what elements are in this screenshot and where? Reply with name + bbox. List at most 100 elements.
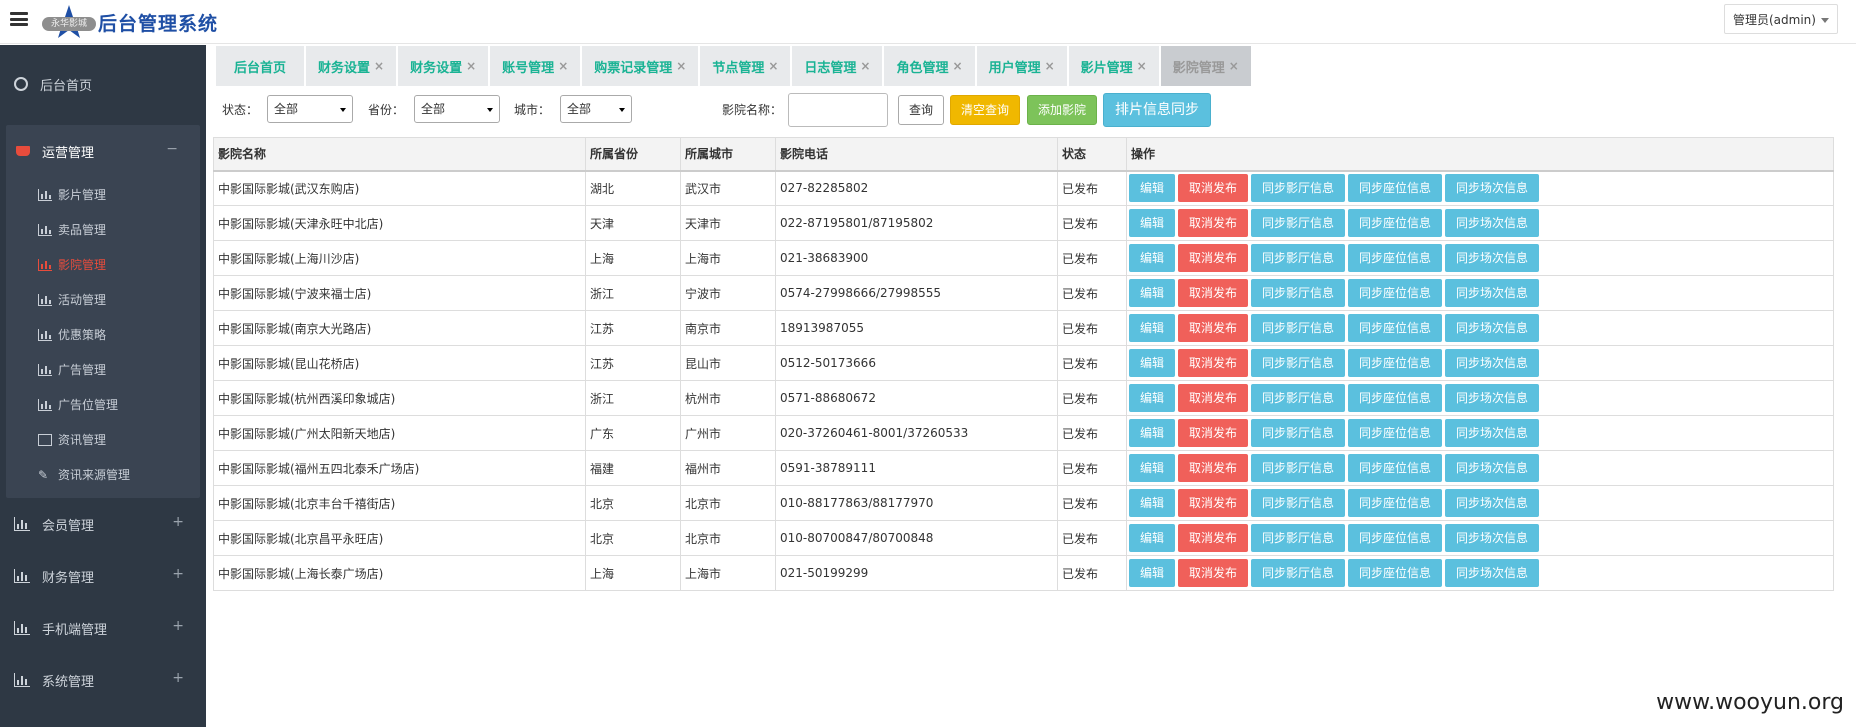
expand-icon[interactable]: + [172, 566, 184, 582]
clear-query-button[interactable]: 清空查询 [950, 95, 1020, 125]
tab-users[interactable]: 用户管理 × [976, 46, 1067, 86]
sync-showtimes-button[interactable]: 同步场次信息 [1445, 279, 1539, 307]
unpublish-button[interactable]: 取消发布 [1178, 174, 1248, 203]
tab-home[interactable]: 后台首页 [216, 46, 305, 86]
tab-logs[interactable]: 日志管理 × [792, 46, 883, 86]
tab-roles[interactable]: 角色管理 × [884, 46, 975, 86]
sync-schedule-button[interactable]: 排片信息同步 [1103, 93, 1211, 127]
edit-button[interactable]: 编辑 [1129, 489, 1175, 517]
edit-button[interactable]: 编辑 [1129, 244, 1175, 272]
sync-showtimes-button[interactable]: 同步场次信息 [1445, 454, 1539, 482]
unpublish-button[interactable]: 取消发布 [1178, 349, 1248, 377]
tab-accounts[interactable]: 账号管理 × [490, 46, 581, 86]
sidebar-item-concessions[interactable]: 卖品管理 [6, 212, 200, 247]
sync-seats-button[interactable]: 同步座位信息 [1348, 489, 1442, 517]
sync-showtimes-button[interactable]: 同步场次信息 [1445, 314, 1539, 342]
tab-cinemas[interactable]: 影院管理 × [1160, 46, 1251, 86]
unpublish-button[interactable]: 取消发布 [1178, 454, 1248, 482]
tab-finance-settings-2[interactable]: 财务设置 × [398, 46, 489, 86]
edit-button[interactable]: 编辑 [1129, 209, 1175, 237]
sidebar-item-ad-slots[interactable]: 广告位管理 [6, 387, 200, 422]
edit-button[interactable]: 编辑 [1129, 174, 1175, 203]
city-select[interactable]: 全部 [560, 95, 632, 123]
close-icon[interactable]: × [768, 59, 778, 73]
user-dropdown[interactable]: 管理员(admin) [1724, 4, 1838, 34]
close-icon[interactable]: × [860, 59, 870, 73]
sync-halls-button[interactable]: 同步影厅信息 [1251, 174, 1345, 203]
sidebar-group-members[interactable]: 会员管理 + [0, 498, 206, 550]
unpublish-button[interactable]: 取消发布 [1178, 279, 1248, 307]
edit-button[interactable]: 编辑 [1129, 419, 1175, 447]
close-icon[interactable]: × [1229, 59, 1239, 73]
collapse-icon[interactable]: − [166, 141, 178, 157]
sync-showtimes-button[interactable]: 同步场次信息 [1445, 384, 1539, 412]
sync-showtimes-button[interactable]: 同步场次信息 [1445, 244, 1539, 272]
unpublish-button[interactable]: 取消发布 [1178, 559, 1248, 587]
sync-seats-button[interactable]: 同步座位信息 [1348, 419, 1442, 447]
edit-button[interactable]: 编辑 [1129, 279, 1175, 307]
close-icon[interactable]: × [676, 59, 686, 73]
sync-halls-button[interactable]: 同步影厅信息 [1251, 524, 1345, 552]
sync-seats-button[interactable]: 同步座位信息 [1348, 524, 1442, 552]
expand-icon[interactable]: + [172, 618, 184, 634]
sync-halls-button[interactable]: 同步影厅信息 [1251, 419, 1345, 447]
close-icon[interactable]: × [953, 59, 963, 73]
unpublish-button[interactable]: 取消发布 [1178, 314, 1248, 342]
sync-showtimes-button[interactable]: 同步场次信息 [1445, 419, 1539, 447]
sync-showtimes-button[interactable]: 同步场次信息 [1445, 524, 1539, 552]
sidebar-item-news-sources[interactable]: ✎ 资讯来源管理 [6, 457, 200, 492]
sync-showtimes-button[interactable]: 同步场次信息 [1445, 559, 1539, 587]
edit-button[interactable]: 编辑 [1129, 314, 1175, 342]
sync-halls-button[interactable]: 同步影厅信息 [1251, 279, 1345, 307]
sidebar-item-news[interactable]: 资讯管理 [6, 422, 200, 457]
sync-seats-button[interactable]: 同步座位信息 [1348, 244, 1442, 272]
sync-seats-button[interactable]: 同步座位信息 [1348, 174, 1442, 203]
sidebar-item-activities[interactable]: 活动管理 [6, 282, 200, 317]
sidebar-group-operations[interactable]: 运营管理 − [6, 125, 200, 177]
edit-button[interactable]: 编辑 [1129, 384, 1175, 412]
unpublish-button[interactable]: 取消发布 [1178, 209, 1248, 237]
sidebar-item-ads[interactable]: 广告管理 [6, 352, 200, 387]
unpublish-button[interactable]: 取消发布 [1178, 384, 1248, 412]
tab-nodes[interactable]: 节点管理 × [700, 46, 791, 86]
close-icon[interactable]: × [1137, 59, 1147, 73]
sidebar-item-promotions[interactable]: 优惠策略 [6, 317, 200, 352]
sync-halls-button[interactable]: 同步影厅信息 [1251, 454, 1345, 482]
expand-icon[interactable]: + [172, 514, 184, 530]
tab-finance-settings[interactable]: 财务设置 × [306, 46, 397, 86]
close-icon[interactable]: × [374, 59, 384, 73]
province-select[interactable]: 全部 [414, 95, 500, 123]
tab-ticket-records[interactable]: 购票记录管理 × [582, 46, 699, 86]
expand-icon[interactable]: + [172, 670, 184, 686]
close-icon[interactable]: × [466, 59, 476, 73]
sync-halls-button[interactable]: 同步影厅信息 [1251, 559, 1345, 587]
sync-halls-button[interactable]: 同步影厅信息 [1251, 244, 1345, 272]
sync-seats-button[interactable]: 同步座位信息 [1348, 314, 1442, 342]
sync-seats-button[interactable]: 同步座位信息 [1348, 349, 1442, 377]
edit-button[interactable]: 编辑 [1129, 524, 1175, 552]
sidebar-group-mobile[interactable]: 手机端管理 + [0, 602, 206, 654]
menu-toggle-icon[interactable] [10, 12, 28, 26]
sidebar-group-system[interactable]: 系统管理 + [0, 654, 206, 706]
sync-seats-button[interactable]: 同步座位信息 [1348, 559, 1442, 587]
status-select[interactable]: 全部 [267, 95, 353, 123]
cinema-name-input[interactable] [788, 93, 888, 127]
sync-halls-button[interactable]: 同步影厅信息 [1251, 489, 1345, 517]
edit-button[interactable]: 编辑 [1129, 349, 1175, 377]
sync-halls-button[interactable]: 同步影厅信息 [1251, 349, 1345, 377]
sidebar-group-home[interactable]: 后台首页 [0, 45, 206, 123]
unpublish-button[interactable]: 取消发布 [1178, 489, 1248, 517]
unpublish-button[interactable]: 取消发布 [1178, 419, 1248, 447]
close-icon[interactable]: × [1045, 59, 1055, 73]
sync-showtimes-button[interactable]: 同步场次信息 [1445, 209, 1539, 237]
sync-halls-button[interactable]: 同步影厅信息 [1251, 209, 1345, 237]
sidebar-group-finance[interactable]: 财务管理 + [0, 550, 206, 602]
sync-showtimes-button[interactable]: 同步场次信息 [1445, 174, 1539, 203]
close-icon[interactable]: × [558, 59, 568, 73]
edit-button[interactable]: 编辑 [1129, 559, 1175, 587]
sync-halls-button[interactable]: 同步影厅信息 [1251, 314, 1345, 342]
sync-seats-button[interactable]: 同步座位信息 [1348, 209, 1442, 237]
sync-halls-button[interactable]: 同步影厅信息 [1251, 384, 1345, 412]
sync-seats-button[interactable]: 同步座位信息 [1348, 454, 1442, 482]
sidebar-item-cinemas[interactable]: 影院管理 [6, 247, 200, 282]
